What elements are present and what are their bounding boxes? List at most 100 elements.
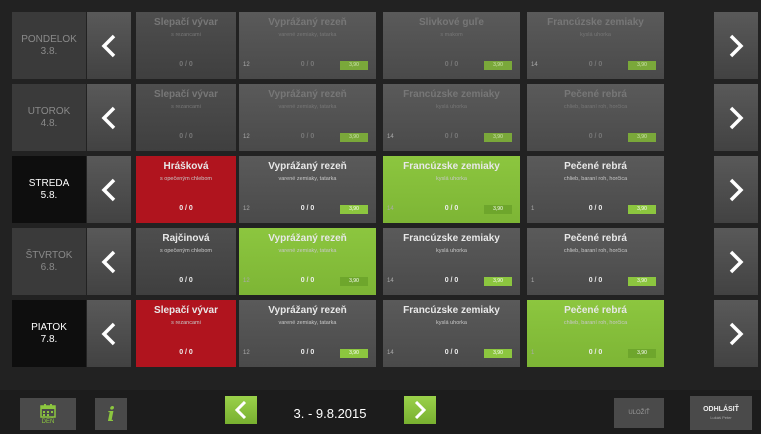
user-name: Lukáš Peter xyxy=(710,415,732,420)
meal-card[interactable]: Rajčinová s opečeným chlebom 0 / 0 xyxy=(136,228,236,295)
meal-card[interactable]: Vyprážaný rezeň varené zemiaky, tatarka … xyxy=(239,228,376,295)
meal-price: 3,90 xyxy=(484,61,512,70)
meal-description: chlieb, baraní roh, horčica xyxy=(563,248,628,254)
calendar-icon xyxy=(40,403,56,418)
meal-card[interactable]: Slepačí vývar s rezancami 0 / 0 xyxy=(136,12,236,79)
next-meals-button[interactable] xyxy=(714,84,758,151)
day-label: ŠTVRTOK 6.8. xyxy=(12,228,86,295)
meal-card[interactable]: Vyprážaný rezeň varené zemiaky, tatarka … xyxy=(239,156,376,223)
meal-name: Francúzske zemiaky xyxy=(403,305,500,316)
day-date: 6.8. xyxy=(40,261,58,273)
meal-description: varené zemiaky, tatarka xyxy=(278,32,337,38)
meal-description: s opečeným chlebom xyxy=(160,176,212,182)
day-row: ŠTVRTOK 6.8. Rajčinová s opečeným chlebo… xyxy=(0,228,761,295)
info-button[interactable]: i xyxy=(95,398,127,430)
prev-meals-button[interactable] xyxy=(87,12,131,79)
meal-count: 0 / 0 xyxy=(179,205,193,212)
meal-card[interactable]: Francúzske zemiaky kyslá uhorka 14 0 / 0… xyxy=(383,156,520,223)
meal-count: 0 / 0 xyxy=(179,277,193,284)
meal-price: 3,90 xyxy=(340,61,368,70)
next-meals-button[interactable] xyxy=(714,156,758,223)
meal-card[interactable]: Pečené rebrá chlieb, baraní roh, horčica… xyxy=(527,84,664,151)
meal-name: Slepačí vývar xyxy=(154,17,218,28)
prev-meals-button[interactable] xyxy=(87,156,131,223)
chevron-right-icon xyxy=(728,178,744,202)
meal-name: Pečené rebrá xyxy=(564,161,627,172)
footer-toolbar: DEŇ i 3. - 9.8.2015 ULOŽIŤ ODHLÁSIŤ Luká… xyxy=(0,390,761,434)
meal-description: chlieb, baraní roh, horčica xyxy=(563,176,628,182)
prev-meals-button[interactable] xyxy=(87,300,131,367)
chevron-left-icon xyxy=(101,178,117,202)
meal-description: kyslá uhorka xyxy=(436,104,467,110)
meal-name: Francúzske zemiaky xyxy=(403,89,500,100)
meal-name: Slivkové guľe xyxy=(419,17,484,28)
meal-name: Pečené rebrá xyxy=(564,305,627,316)
next-meals-button[interactable] xyxy=(714,12,758,79)
meal-card[interactable]: Vyprážaný rezeň varené zemiaky, tatarka … xyxy=(239,84,376,151)
prev-week-button[interactable] xyxy=(225,396,257,424)
meal-card[interactable]: Pečené rebrá chlieb, baraní roh, horčica… xyxy=(527,228,664,295)
meal-count: 0 / 0 xyxy=(179,61,193,68)
chevron-left-icon xyxy=(101,250,117,274)
meal-name: Hrášková xyxy=(163,161,209,172)
meal-card[interactable]: Slepačí vývar s rezancami 0 / 0 xyxy=(136,84,236,151)
save-button[interactable]: ULOŽIŤ xyxy=(614,398,664,428)
meal-description: kyslá uhorka xyxy=(436,248,467,254)
info-icon: i xyxy=(107,402,115,426)
meal-card[interactable]: Vyprážaný rezeň varené zemiaky, tatarka … xyxy=(239,12,376,79)
chevron-right-icon xyxy=(414,401,426,419)
prev-meals-button[interactable] xyxy=(87,84,131,151)
meal-description: s rezancami xyxy=(171,320,201,326)
meal-name: Slepačí vývar xyxy=(154,305,218,316)
meal-card[interactable]: Vyprážaný rezeň varené zemiaky, tatarka … xyxy=(239,300,376,367)
next-meals-button[interactable] xyxy=(714,228,758,295)
meal-name: Vyprážaný rezeň xyxy=(268,233,347,244)
chevron-right-icon xyxy=(728,322,744,346)
meal-price: 3,90 xyxy=(628,277,656,286)
meal-card[interactable]: Slivkové guľe s makom 0 / 0 3,90 xyxy=(383,12,520,79)
meal-price: 3,90 xyxy=(628,349,656,358)
meal-price: 3,90 xyxy=(340,349,368,358)
meal-price: 3,90 xyxy=(340,277,368,286)
meal-price: 3,90 xyxy=(340,205,368,214)
day-label: PIATOK 7.8. xyxy=(12,300,86,367)
meal-card[interactable]: Pečené rebrá chlieb, baraní roh, horčica… xyxy=(527,300,664,367)
logout-button[interactable]: ODHLÁSIŤ Lukáš Peter xyxy=(690,396,752,430)
chevron-left-icon xyxy=(235,401,247,419)
week-range-label: 3. - 9.8.2015 xyxy=(293,406,367,421)
meal-description: s makom xyxy=(440,32,463,38)
meal-description: kyslá uhorka xyxy=(436,320,467,326)
meal-card[interactable]: Slepačí vývar s rezancami 0 / 0 xyxy=(136,300,236,367)
meal-card[interactable]: Pečené rebrá chlieb, baraní roh, horčica… xyxy=(527,156,664,223)
meal-description: varené zemiaky, tatarka xyxy=(278,104,337,110)
meal-card[interactable]: Francúzske zemiaky kyslá uhorka 14 0 / 0… xyxy=(527,12,664,79)
prev-meals-button[interactable] xyxy=(87,228,131,295)
meal-price: 3,90 xyxy=(484,349,512,358)
meal-description: kyslá uhorka xyxy=(436,176,467,182)
meal-name: Slepačí vývar xyxy=(154,89,218,100)
meal-card[interactable]: Francúzske zemiaky kyslá uhorka 14 0 / 0… xyxy=(383,84,520,151)
meal-price: 3,90 xyxy=(484,133,512,142)
day-view-button[interactable]: DEŇ xyxy=(20,398,76,430)
meal-card[interactable]: Francúzske zemiaky kyslá uhorka 14 0 / 0… xyxy=(383,228,520,295)
meal-name: Vyprážaný rezeň xyxy=(268,17,347,28)
meal-count: 0 / 0 xyxy=(179,133,193,140)
next-week-button[interactable] xyxy=(404,396,436,424)
meal-card[interactable]: Hrášková s opečeným chlebom 0 / 0 xyxy=(136,156,236,223)
chevron-right-icon xyxy=(728,106,744,130)
day-row: PIATOK 7.8. Slepačí vývar s rezancami 0 … xyxy=(0,300,761,367)
logout-label: ODHLÁSIŤ xyxy=(703,406,739,413)
meal-card[interactable]: Francúzske zemiaky kyslá uhorka 14 0 / 0… xyxy=(383,300,520,367)
meal-count: 0 / 0 xyxy=(179,349,193,356)
next-meals-button[interactable] xyxy=(714,300,758,367)
day-date: 7.8. xyxy=(40,333,58,345)
meal-description: varené zemiaky, tatarka xyxy=(278,176,337,182)
day-row: PONDELOK 3.8. Slepačí vývar s rezancami … xyxy=(0,12,761,79)
day-label: STREDA 5.8. xyxy=(12,156,86,223)
meal-description: s rezancami xyxy=(171,104,201,110)
meal-name: Francúzske zemiaky xyxy=(403,161,500,172)
day-name: STREDA xyxy=(28,177,70,189)
meal-name: Rajčinová xyxy=(162,233,210,244)
day-row: STREDA 5.8. Hrášková s opečeným chlebom … xyxy=(0,156,761,223)
meal-name: Pečené rebrá xyxy=(564,233,627,244)
